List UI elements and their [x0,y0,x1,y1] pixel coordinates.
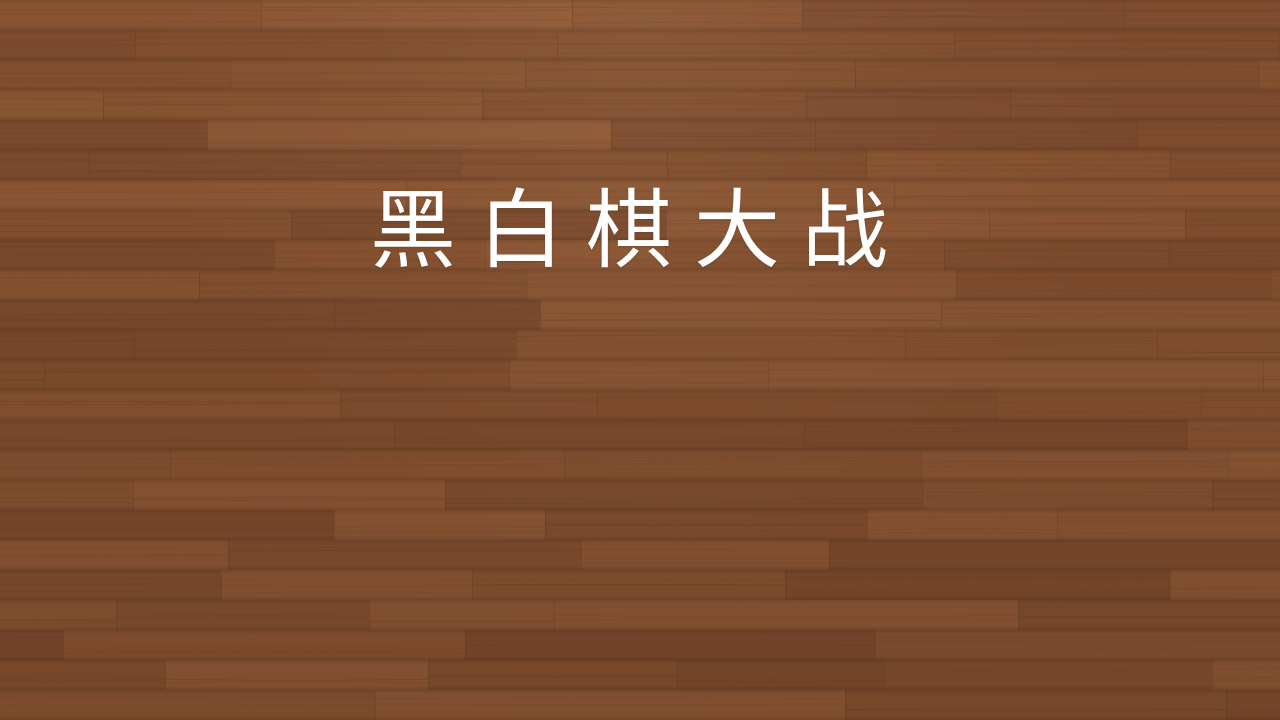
game-title: 黑白棋大战 [370,180,910,281]
wood-plank-pattern [0,0,1280,720]
wood-background [0,0,1280,720]
